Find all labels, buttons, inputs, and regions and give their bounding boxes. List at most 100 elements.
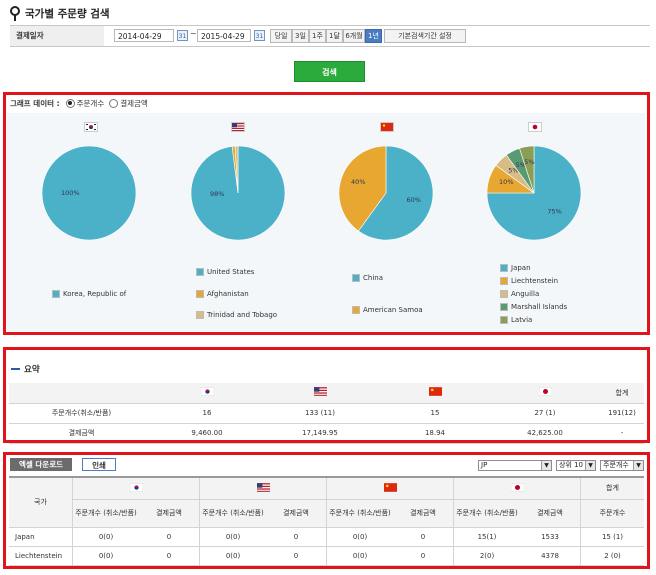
detail-cell: 0 bbox=[139, 546, 200, 566]
legend-swatch bbox=[196, 311, 204, 319]
summary-cell: 15 bbox=[380, 403, 490, 424]
section-bar-icon bbox=[11, 368, 20, 370]
us-flag-icon bbox=[256, 482, 270, 492]
pie-label-0-0: 100% bbox=[61, 189, 80, 197]
summary-title: 요약 bbox=[24, 365, 40, 375]
detail-header-korea bbox=[72, 477, 200, 500]
legend-swatch bbox=[500, 277, 508, 285]
excel-download-button[interactable]: 엑셀 다운로드 bbox=[10, 458, 72, 471]
summary-cell: 133 (11) bbox=[260, 403, 380, 424]
subheader-orders: 주문개수 (취소/반품) bbox=[72, 499, 139, 528]
chevron-down-icon: ▼ bbox=[541, 461, 551, 470]
detail-cell: 0(0) bbox=[326, 546, 393, 566]
legend-label: Anguilla bbox=[511, 290, 540, 298]
detail-cell: 0 bbox=[393, 546, 454, 566]
summary-cell: 9,460.00 bbox=[154, 423, 260, 444]
pie-label-2-0: 60% bbox=[406, 196, 420, 204]
sort-select[interactable]: 주문개수 ▼ bbox=[600, 460, 644, 471]
us-flag-icon bbox=[313, 387, 327, 397]
pie-label-3-1: 10% bbox=[499, 178, 513, 186]
legend-jp-japan: Japan bbox=[500, 264, 531, 272]
legend-swatch bbox=[500, 303, 508, 311]
detail-cell: 0 bbox=[393, 527, 454, 547]
subheader-payment: 결제금액 bbox=[393, 499, 454, 528]
subheader-payment: 결제금액 bbox=[520, 499, 581, 528]
legend-cn-american-samoa: American Samoa bbox=[352, 306, 423, 314]
detail-cell: 0(0) bbox=[326, 527, 393, 547]
legend-swatch bbox=[52, 290, 60, 298]
japan-flag-icon bbox=[538, 387, 552, 397]
sort-select-value: 주문개수 bbox=[603, 461, 629, 469]
legend-swatch bbox=[500, 290, 508, 298]
detail-cell: 0 bbox=[266, 527, 327, 547]
detail-cell: 15 (1) bbox=[580, 527, 644, 547]
korea-flag-icon bbox=[129, 482, 143, 492]
legend-label: Trinidad and Tobago bbox=[207, 311, 278, 319]
pie-label-2-1: 40% bbox=[351, 178, 365, 186]
legend-us-trinidad: Trinidad and Tobago bbox=[196, 311, 277, 319]
summary-cell: - bbox=[600, 423, 644, 444]
china-flag-icon bbox=[383, 482, 397, 492]
subheader-payment: 결제금액 bbox=[266, 499, 327, 528]
summary-header-blank bbox=[9, 383, 154, 404]
summary-cell: 191(12) bbox=[600, 403, 644, 424]
summary-cell: 17,149.95 bbox=[260, 423, 380, 444]
detail-cell: 4378 bbox=[520, 546, 581, 566]
table-row: 주문개수(취소/반품) 16 133 (11) 15 27 (1) 191(12… bbox=[9, 403, 644, 424]
legend-label: Japan bbox=[511, 264, 531, 272]
detail-cell: 0(0) bbox=[72, 546, 139, 566]
legend-swatch bbox=[352, 306, 360, 314]
legend-label: Marshall Islands bbox=[511, 303, 568, 311]
detail-header-china bbox=[326, 477, 454, 500]
detail-cell: 15(1) bbox=[453, 527, 520, 547]
country-select[interactable]: JP ▼ bbox=[478, 460, 552, 471]
detail-cell: 2(0) bbox=[453, 546, 520, 566]
detail-cell: 0 bbox=[139, 527, 200, 547]
legend-label: Korea, Republic of bbox=[63, 290, 127, 298]
subheader-total-orders: 주문개수 bbox=[580, 499, 644, 528]
legend-swatch bbox=[500, 316, 508, 324]
legend-swatch bbox=[196, 290, 204, 298]
detail-cell: 0(0) bbox=[199, 527, 266, 547]
chevron-down-icon: ▼ bbox=[633, 461, 643, 470]
summary-row-label: 결제금액 bbox=[9, 423, 154, 444]
pie-label-3-4: 5% bbox=[524, 158, 534, 166]
detail-cell: 2 (0) bbox=[580, 546, 644, 566]
table-row: Liechtenstein 0(0) 0 0(0) 0 0(0) 0 2(0) … bbox=[9, 546, 644, 566]
legend-us-afghanistan: Afghanistan bbox=[196, 290, 249, 298]
summary-header-japan bbox=[490, 383, 600, 404]
summary-row-label: 주문개수(취소/반품) bbox=[9, 403, 154, 424]
subheader-payment: 결제금액 bbox=[139, 499, 200, 528]
country-column-header: 국가 bbox=[9, 477, 73, 528]
detail-cell: 0(0) bbox=[199, 546, 266, 566]
table-row: 결제금액 9,460.00 17,149.95 18.94 42,625.00 … bbox=[9, 423, 644, 444]
top-n-select-value: 상위 10 bbox=[559, 461, 584, 469]
detail-cell: 1533 bbox=[520, 527, 581, 547]
summary-cell: 27 (1) bbox=[490, 403, 600, 424]
detail-header-japan bbox=[453, 477, 581, 500]
legend-swatch bbox=[500, 264, 508, 272]
legend-label: United States bbox=[207, 268, 255, 276]
legend-label: Liechtenstein bbox=[511, 277, 559, 285]
summary-header-total: 합계 bbox=[600, 383, 644, 404]
summary-cell: 18.94 bbox=[380, 423, 490, 444]
detail-header-us bbox=[199, 477, 327, 500]
print-button[interactable]: 인쇄 bbox=[82, 458, 116, 471]
legend-label: Latvia bbox=[511, 316, 533, 324]
top-n-select[interactable]: 상위 10 ▼ bbox=[556, 460, 596, 471]
legend-cn-china: China bbox=[352, 274, 383, 282]
subheader-orders: 주문개수 (취소/반품) bbox=[453, 499, 520, 528]
subheader-orders: 주문개수 (취소/반품) bbox=[326, 499, 393, 528]
detail-cell: 0 bbox=[266, 546, 327, 566]
summary-header-china bbox=[380, 383, 490, 404]
summary-header-us bbox=[260, 383, 380, 404]
legend-label: Afghanistan bbox=[207, 290, 249, 298]
legend-swatch bbox=[352, 274, 360, 282]
japan-flag-icon bbox=[510, 482, 524, 492]
country-select-value: JP bbox=[481, 461, 488, 469]
pie-slice-0-0 bbox=[41, 145, 137, 241]
detail-table: 국가 합계 주문개수 (취소/반품) 결제금액 주문개수 (취소/반품) 결제금… bbox=[9, 476, 644, 566]
summary-header-korea bbox=[154, 383, 260, 404]
legend-label: China bbox=[363, 274, 383, 282]
chevron-down-icon: ▼ bbox=[585, 461, 595, 470]
